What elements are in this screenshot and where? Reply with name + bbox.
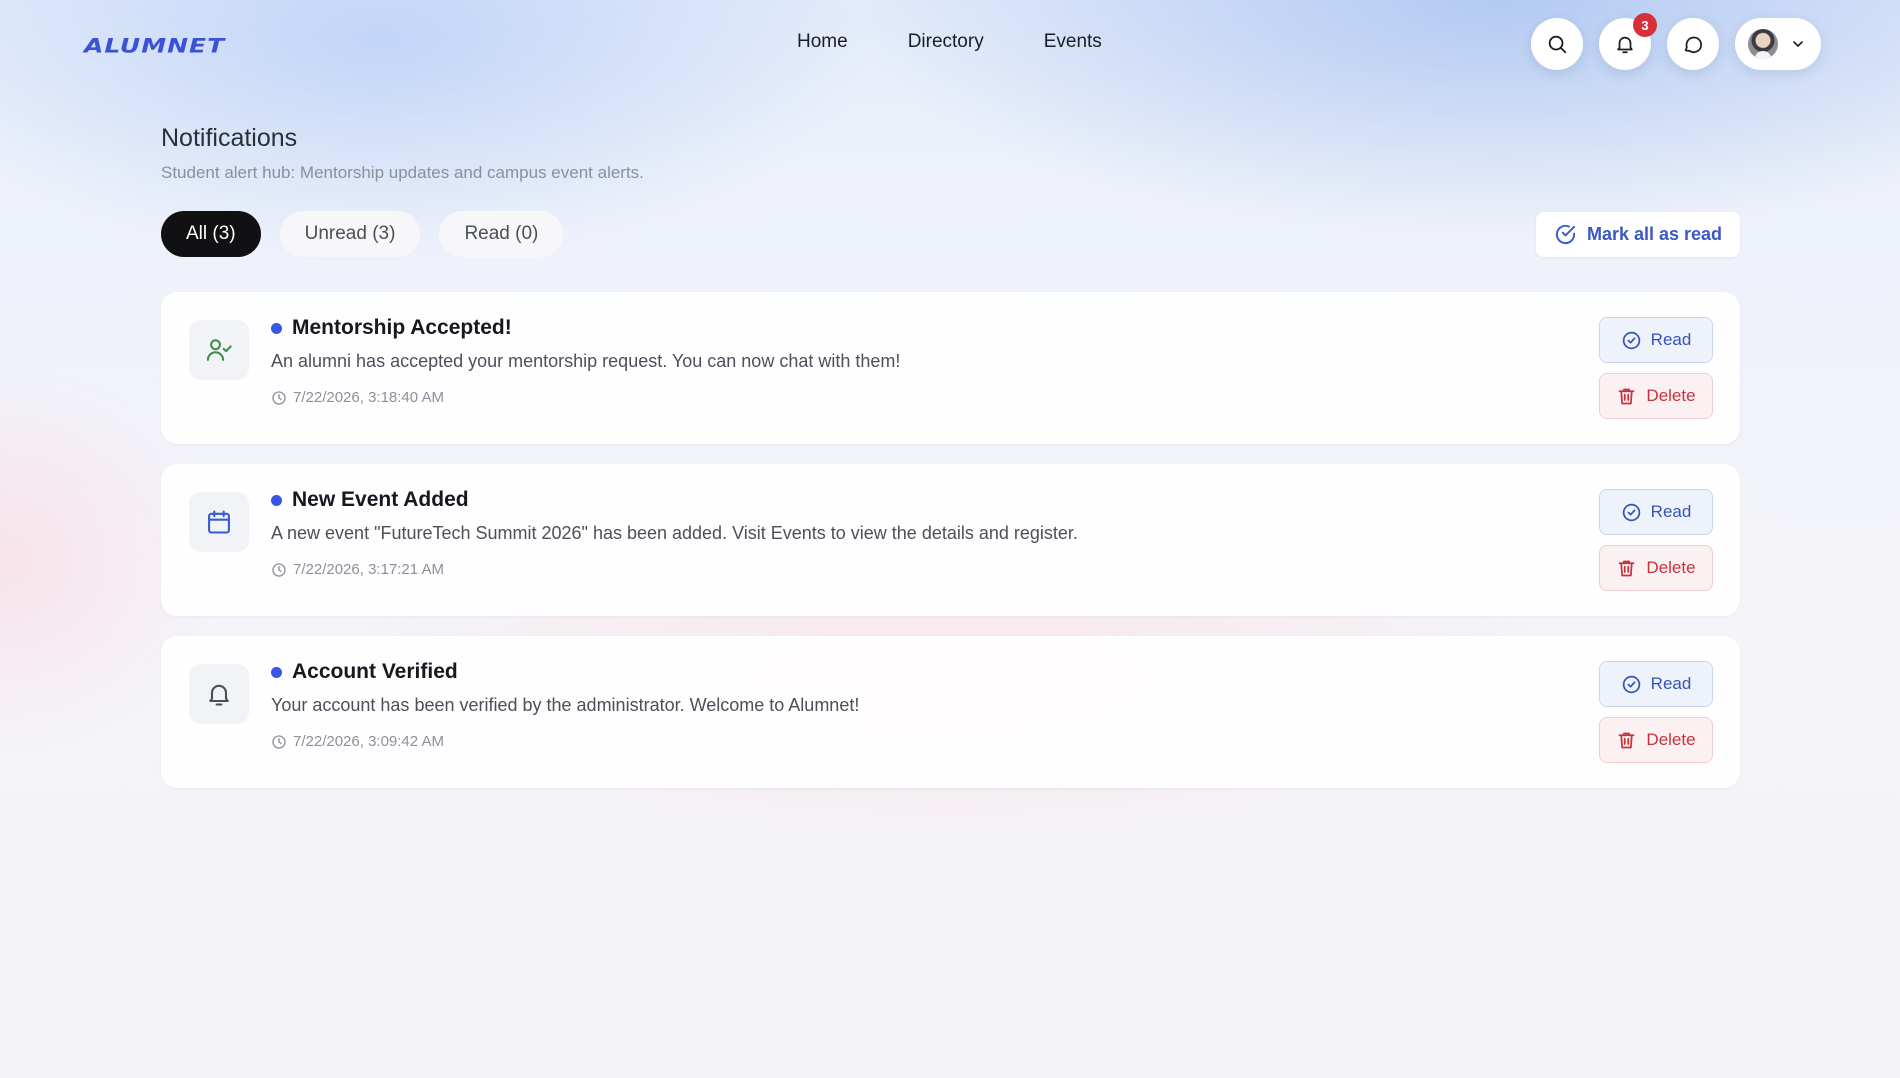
notification-message: Your account has been verified by the ad… [271,695,860,715]
mark-read-button[interactable]: Read [1599,661,1713,707]
mark-read-label: Read [1650,502,1692,521]
filter-all-tab[interactable]: All (3) [161,211,261,257]
notification-time: 7/22/2026, 3:17:21 AM [271,561,444,578]
unread-dot [271,323,282,334]
check-circle-icon [1622,503,1640,521]
delete-button[interactable]: Delete [1599,717,1713,763]
notification-card[interactable]: Account Verified Your account has been v… [161,636,1740,788]
calendar-icon [208,510,230,534]
page-title: Notifications [161,124,298,152]
notifications-button[interactable]: 3 [1599,13,1657,70]
nav-events-link[interactable]: Events [1044,31,1102,53]
chevron-down-icon [1793,41,1803,47]
check-circle-icon [1622,331,1640,349]
bell-icon [209,684,229,706]
filter-tabs: All (3) Unread (3) Read (0) [161,211,582,257]
notification-title: Mentorship Accepted! [292,316,512,339]
notification-time: 7/22/2026, 3:09:42 AM [271,733,444,750]
trash-icon [1619,732,1635,748]
mark-all-read-button[interactable]: Mark all as read [1536,212,1740,257]
avatar [1748,29,1778,59]
notification-message: A new event "FutureTech Summit 2026" has… [271,523,1078,543]
mark-read-label: Read [1650,674,1692,693]
search-button[interactable] [1531,18,1583,70]
filter-unread-tab[interactable]: Unread (3) [279,211,421,257]
notification-icon-box [189,320,249,380]
delete-label: Delete [1646,558,1696,577]
notification-title: New Event Added [292,488,469,511]
delete-label: Delete [1646,730,1696,749]
mark-read-label: Read [1650,330,1692,349]
page-subtitle: Student alert hub: Mentorship updates an… [161,163,644,182]
search-icon [1548,35,1567,54]
trash-icon [1619,560,1635,576]
notification-card[interactable]: Mentorship Accepted! An alumni has accep… [161,292,1740,444]
mark-read-button[interactable]: Read [1599,489,1713,535]
message-icon [1684,36,1703,54]
check-circle-icon [1622,675,1640,693]
alumnet-logo[interactable]: ALUMNET [84,28,225,58]
unread-dot [271,667,282,678]
notification-time-text: 7/22/2026, 3:09:42 AM [293,733,444,750]
delete-button[interactable]: Delete [1599,545,1713,591]
delete-label: Delete [1646,386,1696,405]
mark-read-button[interactable]: Read [1599,317,1713,363]
clock-icon [272,734,286,749]
main-nav: Home Directory Events [797,31,1102,53]
user-check-icon [206,339,232,361]
clock-icon [272,562,286,577]
filter-read-tab[interactable]: Read (0) [439,211,564,257]
nav-directory-link[interactable]: Directory [908,31,984,53]
profile-menu-button[interactable] [1735,18,1821,70]
notification-icon-box [189,492,249,552]
messages-button[interactable] [1667,18,1719,70]
clock-icon [272,390,286,405]
notification-time: 7/22/2026, 3:18:40 AM [271,389,444,406]
notification-card[interactable]: New Event Added A new event "FutureTech … [161,464,1740,616]
mark-all-read-label: Mark all as read [1586,224,1723,244]
notification-count-badge: 3 [1633,13,1657,37]
delete-button[interactable]: Delete [1599,373,1713,419]
nav-home-link[interactable]: Home [797,31,848,53]
notification-icon-box [189,664,249,724]
top-header: ALUMNET Home Directory Events 3 [0,0,1900,90]
bell-icon [1617,36,1633,54]
notification-message: An alumni has accepted your mentorship r… [271,351,901,371]
notification-time-text: 7/22/2026, 3:17:21 AM [293,561,444,578]
check-circle-icon [1555,224,1576,245]
unread-dot [271,495,282,506]
trash-icon [1619,388,1635,404]
notification-time-text: 7/22/2026, 3:18:40 AM [293,389,444,406]
notification-title: Account Verified [292,660,458,683]
